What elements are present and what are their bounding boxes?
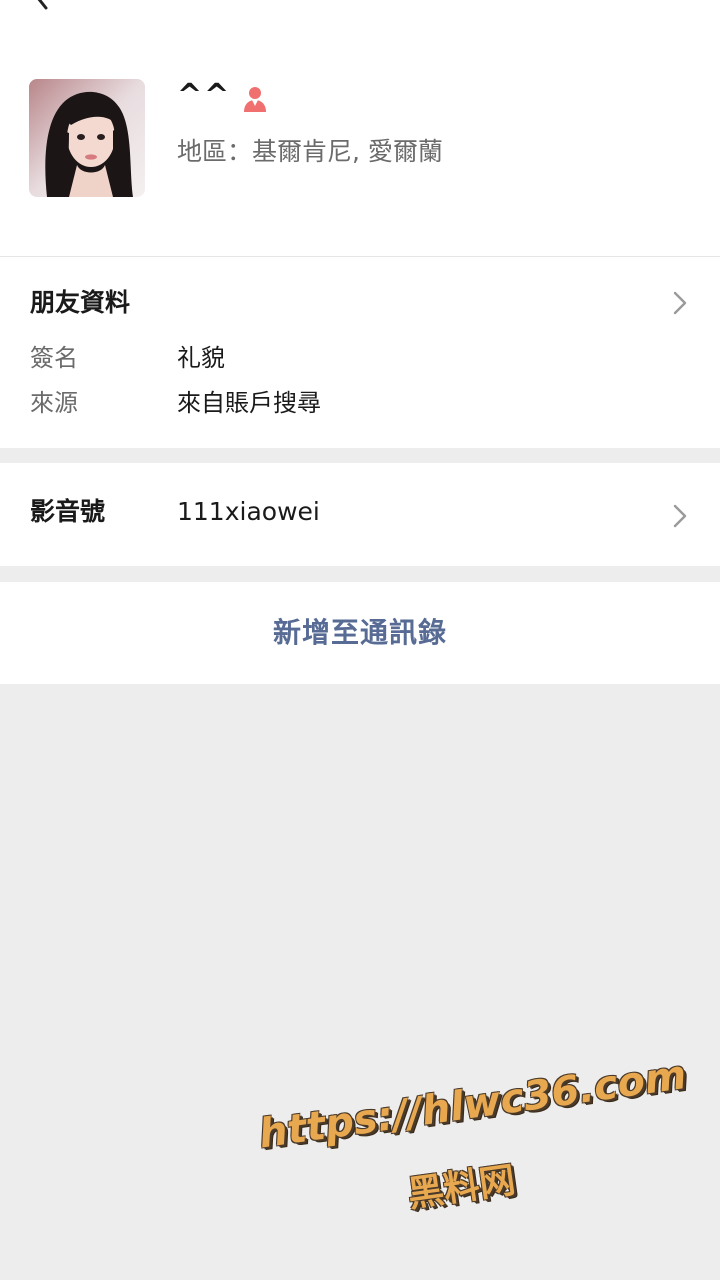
watermark-url: https://hlwc36.com <box>256 1052 690 1158</box>
add-to-contacts-button[interactable]: 新增至通訊錄 <box>273 615 447 651</box>
region: 地區：基爾肯尼, 愛爾蘭 <box>177 136 443 168</box>
source-value: 來自賬戶搜尋 <box>177 389 321 417</box>
contact-profile-screen: ^^ 地區：基爾肯尼, 愛爾蘭 朋友資料 簽名 礼貌 來源 來自賬戶搜尋 影音號… <box>0 0 720 1280</box>
avatar-photo <box>29 79 145 197</box>
avatar[interactable] <box>29 79 145 197</box>
back-button[interactable] <box>28 0 56 12</box>
signature-label: 簽名 <box>30 344 78 372</box>
chevron-right-icon <box>673 504 687 528</box>
source-label: 來源 <box>30 389 78 417</box>
region-value: 基爾肯尼, 愛爾蘭 <box>252 137 443 166</box>
contact-name: ^^ <box>177 78 232 113</box>
chevron-left-icon <box>37 0 48 10</box>
friend-info-title: 朋友資料 <box>30 288 131 317</box>
video-id-row[interactable]: 影音號 111xiaowei <box>0 463 720 566</box>
chevron-right-icon <box>673 291 687 315</box>
profile-card: ^^ 地區：基爾肯尼, 愛爾蘭 朋友資料 簽名 礼貌 來源 來自賬戶搜尋 <box>0 0 720 448</box>
region-label: 地區： <box>177 137 253 166</box>
divider <box>0 256 720 257</box>
video-id-value: 111xiaowei <box>177 497 320 526</box>
female-icon <box>240 84 270 114</box>
add-contact-row[interactable]: 新增至通訊錄 <box>0 582 720 684</box>
watermark-brand: 黑料网 <box>405 1159 518 1216</box>
signature-value: 礼貌 <box>177 344 225 372</box>
video-id-label: 影音號 <box>30 497 106 526</box>
